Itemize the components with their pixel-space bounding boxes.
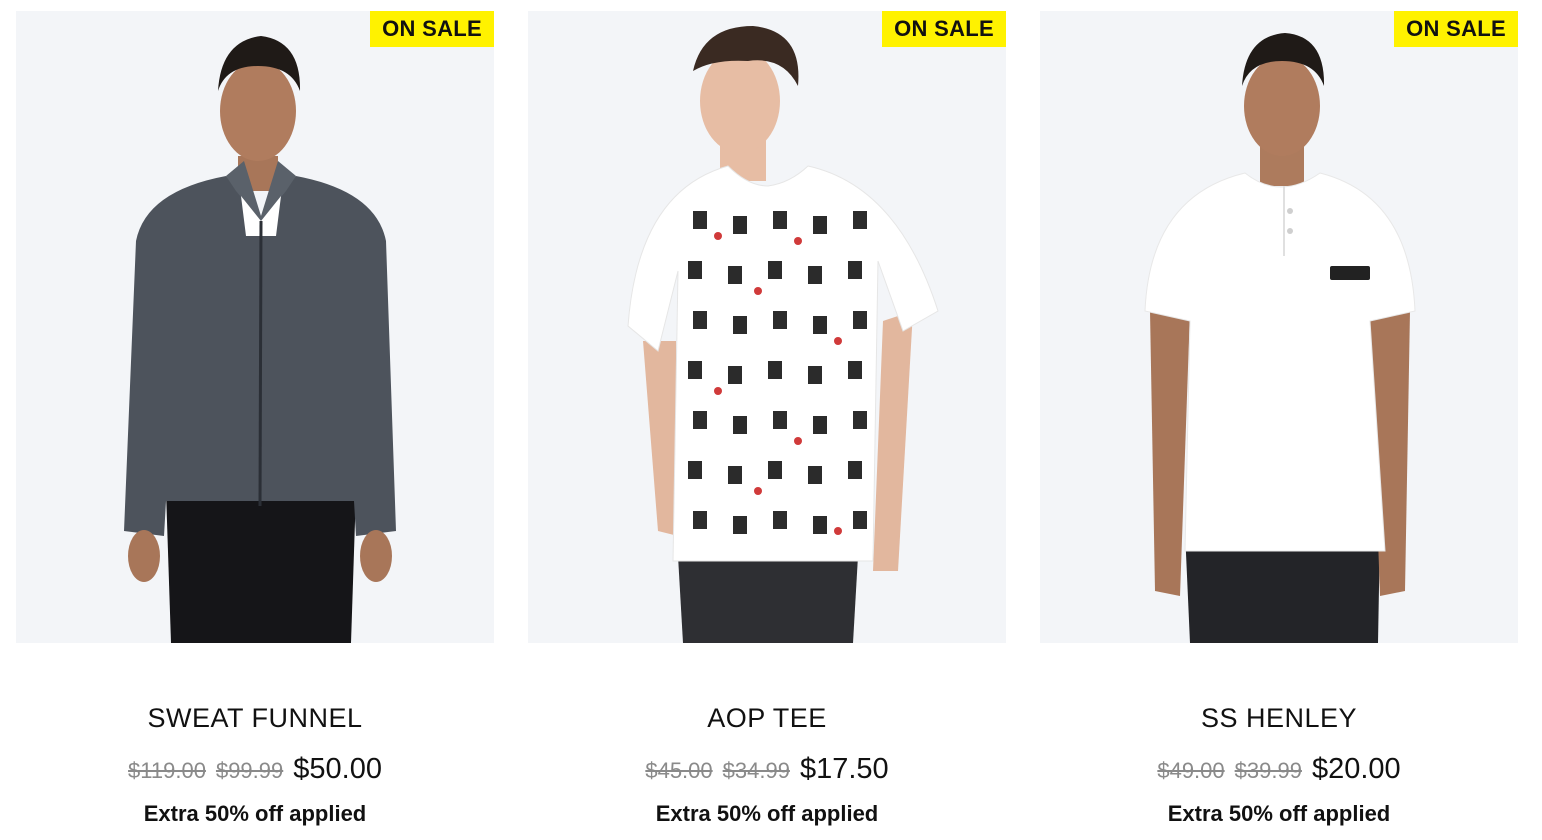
price-row: $119.00 $99.99 $50.00 [16,752,494,791]
promo-text: Extra 50% off applied [143,801,367,826]
product-photo-sweat-funnel [124,36,396,643]
on-sale-badge: ON SALE [882,11,1006,47]
promo-text: Extra 50% off applied [655,801,879,826]
product-image[interactable]: ON SALE [16,11,494,643]
was-price: $99.99 [215,758,284,783]
product-card-ss-henley[interactable]: ON SALE SS HENLEY $49.00 $39.99 $20.00 Ext… [1040,11,1518,827]
product-image[interactable]: ON SALE [1040,11,1518,643]
promo-text: Extra 50% off applied [1167,801,1391,826]
on-sale-badge: ON SALE [370,11,494,47]
sale-price: $17.50 [799,753,889,785]
product-title[interactable]: SS HENLEY [1040,702,1518,734]
sale-price: $50.00 [293,753,382,785]
product-grid: ON SALE SWEAT FUNNEL $119.00 $99.99 $50.00… [0,0,1542,840]
product-photo-ss-henley [1144,33,1416,643]
product-image[interactable]: ON SALE [528,11,1006,643]
product-card-aop-tee[interactable]: ON SALE AOP TEE $45.00 $34.99 $17.50 Extra… [528,11,1006,827]
product-card-sweat-funnel[interactable]: ON SALE SWEAT FUNNEL $119.00 $99.99 $50.00… [16,11,494,827]
original-price: $45.00 [645,758,713,783]
sale-price: $20.00 [1311,753,1401,785]
price-row: $45.00 $34.99 $17.50 [528,752,1006,791]
price-row: $49.00 $39.99 $20.00 [1040,752,1518,791]
was-price: $39.99 [1234,758,1302,783]
product-photo-aop-tee [627,26,939,643]
on-sale-badge: ON SALE [1394,11,1518,47]
product-title[interactable]: AOP TEE [528,702,1006,734]
was-price: $34.99 [722,758,790,783]
product-title[interactable]: SWEAT FUNNEL [16,702,494,734]
original-price: $49.00 [1157,758,1225,783]
original-price: $119.00 [128,758,206,783]
